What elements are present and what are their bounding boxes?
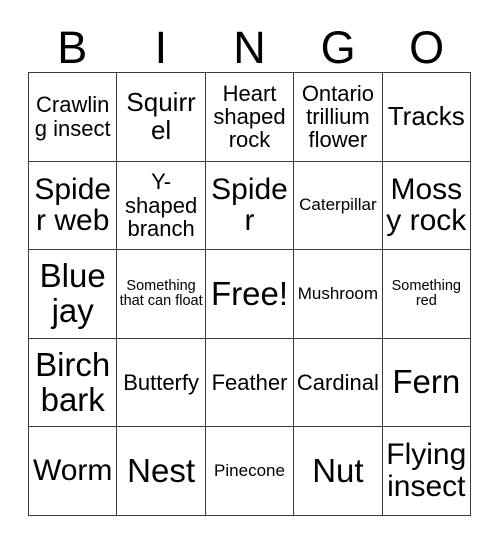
header-letter-i: I	[154, 22, 168, 73]
bingo-cell[interactable]: Butterfy	[117, 338, 206, 428]
bingo-cell[interactable]: Fern	[382, 338, 471, 428]
bingo-cell[interactable]: Nut	[294, 427, 383, 516]
bingo-cell-label: Birch bark	[35, 345, 111, 418]
bingo-cell-free[interactable]: Free!	[205, 250, 295, 339]
bingo-cell[interactable]: Pinecone	[205, 427, 295, 516]
bingo-cell-label: Feather	[211, 369, 288, 395]
bingo-cell-label: Something that can float	[119, 277, 203, 309]
bingo-cell-label: Crawling insect	[34, 92, 111, 141]
bingo-cell-label: Spider	[211, 172, 288, 238]
bingo-cell[interactable]: Y-shaped branch	[117, 161, 206, 251]
bingo-cell-label: Nut	[312, 451, 364, 489]
bingo-cell-label: Pinecone	[214, 461, 285, 481]
bingo-cell[interactable]: Caterpillar	[294, 161, 383, 251]
bingo-grid: Crawling insect Squirrel Heart shaped rock…	[28, 72, 471, 516]
bingo-cell-label: Tracks	[387, 101, 465, 132]
bingo-cell[interactable]: Squirrel	[117, 73, 206, 162]
bingo-cell[interactable]: Mossy rock	[382, 161, 471, 251]
bingo-cell[interactable]: Ontario trillium flower	[294, 73, 383, 162]
bingo-cell-label: Mushroom	[297, 283, 379, 303]
bingo-cell-label: Flying insect	[386, 438, 467, 504]
bingo-cell-label: Squirrel	[126, 87, 196, 145]
bingo-cell[interactable]: Blue jay	[29, 250, 118, 339]
bingo-cell-label: Blue jay	[39, 257, 106, 329]
bingo-cell[interactable]: Worm	[29, 427, 118, 516]
bingo-cell[interactable]: Feather	[205, 338, 295, 428]
header-letter-b: B	[57, 22, 88, 73]
bingo-cell-label: Spider web	[34, 172, 112, 238]
bingo-cell[interactable]: Cardinal	[294, 338, 383, 428]
bingo-cell[interactable]: Mushroom	[294, 250, 383, 339]
bingo-cell[interactable]: Spider web	[29, 161, 118, 251]
header-letter-o: O	[409, 22, 445, 73]
bingo-cell[interactable]: Tracks	[382, 73, 471, 162]
bingo-cell-label: Worm	[32, 454, 113, 488]
bingo-cell-label: Y-shaped branch	[125, 169, 198, 242]
bingo-cell-label: Ontario trillium flower	[301, 80, 374, 153]
bingo-cell-label: Mossy rock	[386, 172, 467, 238]
bingo-cell[interactable]: Something that can float	[117, 250, 206, 339]
bingo-cell[interactable]: Heart shaped rock	[205, 73, 295, 162]
bingo-cell[interactable]: Flying insect	[382, 427, 471, 516]
bingo-cell-label: Heart shaped rock	[213, 80, 286, 153]
bingo-cell[interactable]: Something red	[382, 250, 471, 339]
bingo-header-row: B I N G O	[28, 14, 471, 72]
bingo-cell-label: Butterfy	[123, 369, 199, 395]
bingo-cell-label: Cardinal	[296, 369, 379, 395]
bingo-cell-label: Nest	[127, 451, 196, 489]
bingo-cell[interactable]: Nest	[117, 427, 206, 516]
bingo-cell-label: Free!	[210, 274, 288, 312]
bingo-cell[interactable]: Crawling insect	[29, 73, 118, 162]
bingo-card: B I N G O Crawling insect Squirrel Heart s…	[0, 0, 500, 544]
header-letter-n: N	[233, 22, 266, 73]
bingo-cell[interactable]: Birch bark	[29, 338, 118, 428]
bingo-cell-label: Caterpillar	[299, 195, 377, 215]
bingo-cell[interactable]: Spider	[205, 161, 295, 251]
bingo-cell-label: Something red	[391, 277, 461, 309]
header-letter-g: G	[320, 22, 356, 73]
bingo-cell-label: Fern	[392, 363, 461, 401]
